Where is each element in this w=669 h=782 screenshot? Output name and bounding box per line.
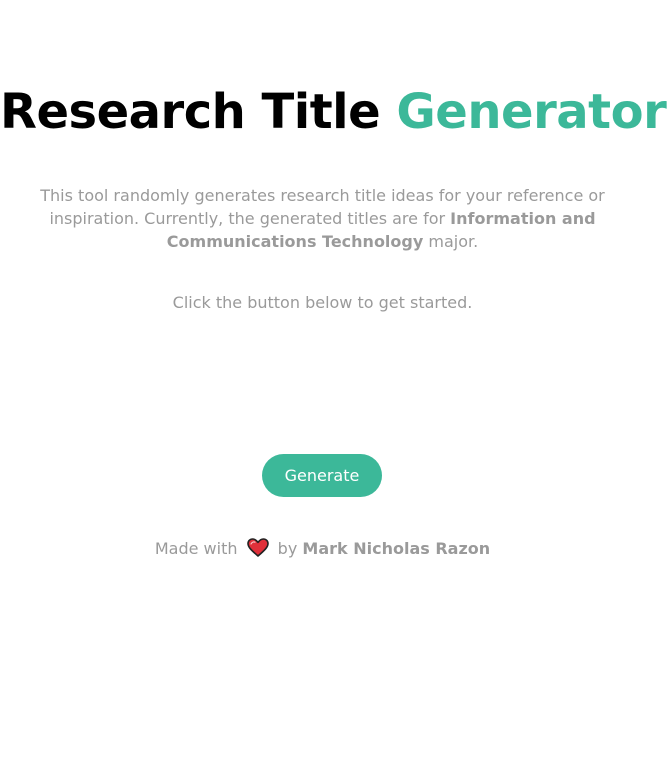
page-title-main: Research Title <box>0 84 381 140</box>
footer-credit: Made with by Mark Nicholas Razon <box>0 538 645 558</box>
footer-author: Mark Nicholas Razon <box>302 539 491 558</box>
call-to-action-text: Click the button below to get started. <box>172 293 473 312</box>
page-title-accent: Generator <box>396 84 667 140</box>
generate-button[interactable]: Generate <box>262 454 382 497</box>
heart-icon <box>246 538 269 558</box>
footer-by: by <box>277 539 298 558</box>
page-title: Research Title Generator <box>0 84 667 140</box>
intro-text-after: major. <box>423 232 479 251</box>
footer-made-with: Made with <box>154 539 238 558</box>
page: Research Title Generator This tool rando… <box>0 0 669 782</box>
intro-paragraph: This tool randomly generates research ti… <box>30 184 615 253</box>
